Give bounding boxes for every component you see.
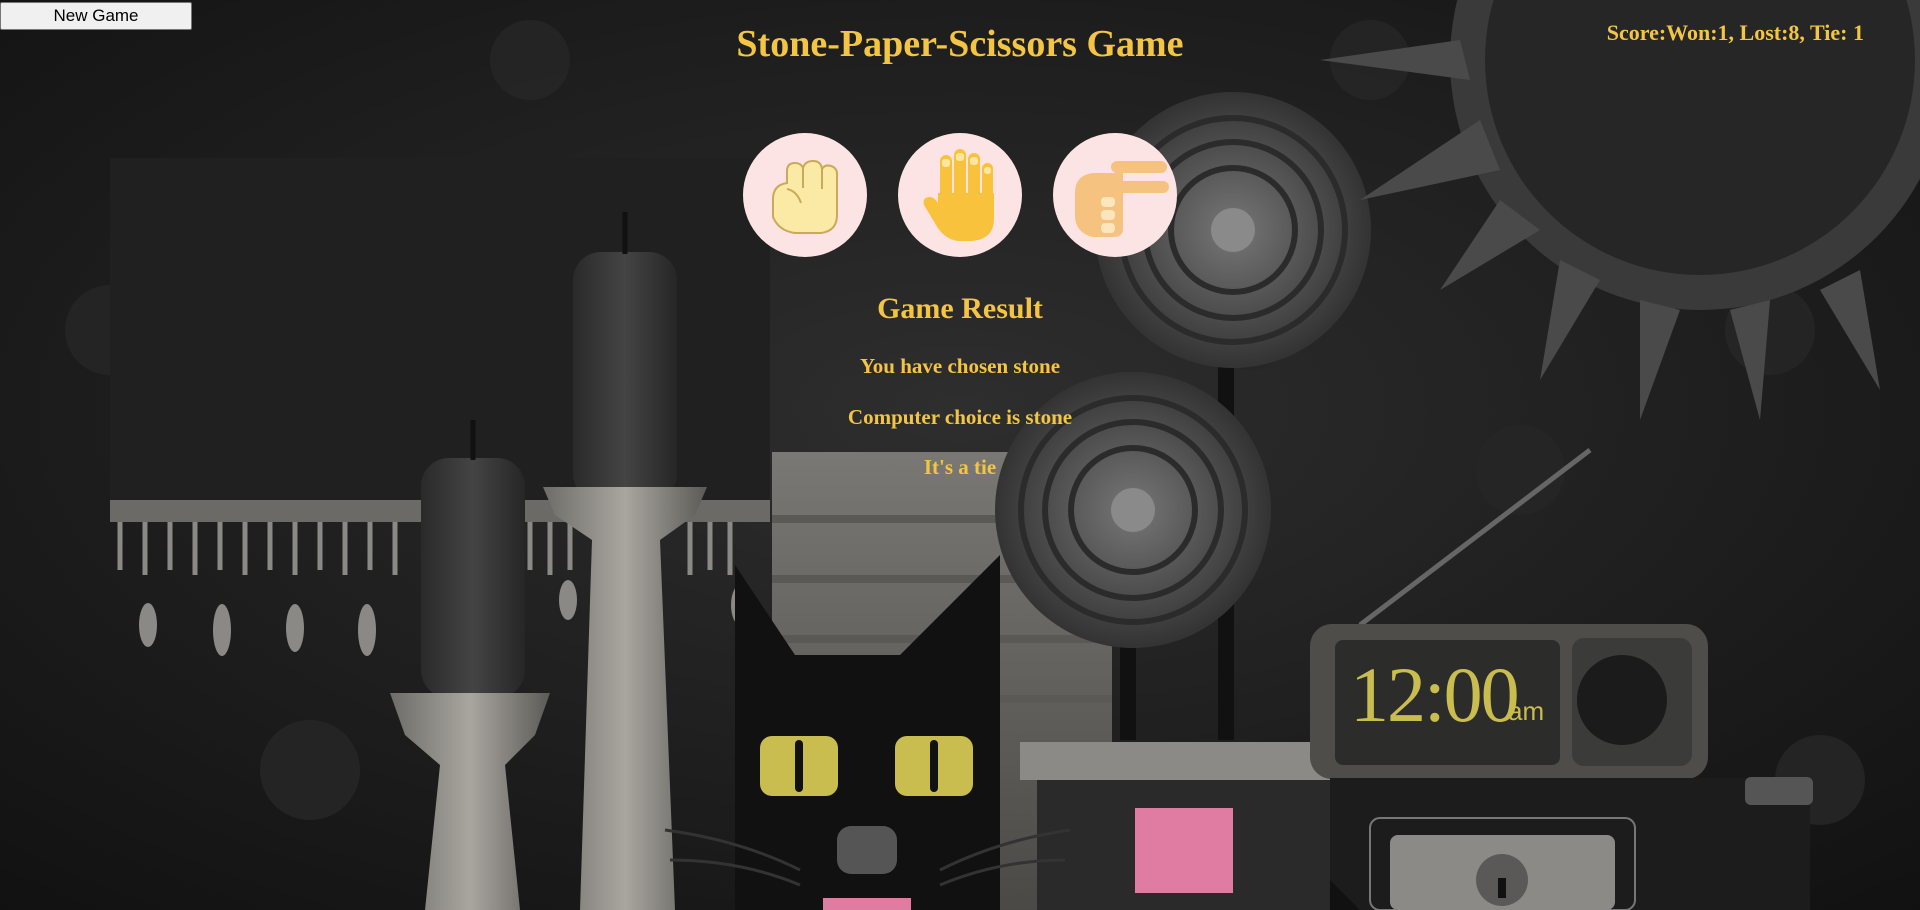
clock-meridiem: am xyxy=(1508,696,1545,726)
user-choice-text: You have chosen stone xyxy=(859,354,1061,378)
choice-paper[interactable] xyxy=(898,133,1022,257)
outcome-text: It's a tie xyxy=(923,455,997,479)
scissors-hand-icon xyxy=(1075,161,1169,237)
computer-choice-text: Computer choice is stone xyxy=(847,405,1073,429)
clock-display: 12:00 am xyxy=(1350,650,1560,750)
fist-icon xyxy=(772,159,839,234)
choice-scissors[interactable] xyxy=(1053,133,1177,257)
clock-time: 12:00 xyxy=(1350,651,1520,738)
score-display: Score:Won:1, Lost:8, Tie: 1 xyxy=(1606,20,1864,45)
open-hand-icon xyxy=(923,149,994,241)
result-heading: Game Result xyxy=(877,292,1043,325)
choice-stone[interactable] xyxy=(743,133,867,257)
